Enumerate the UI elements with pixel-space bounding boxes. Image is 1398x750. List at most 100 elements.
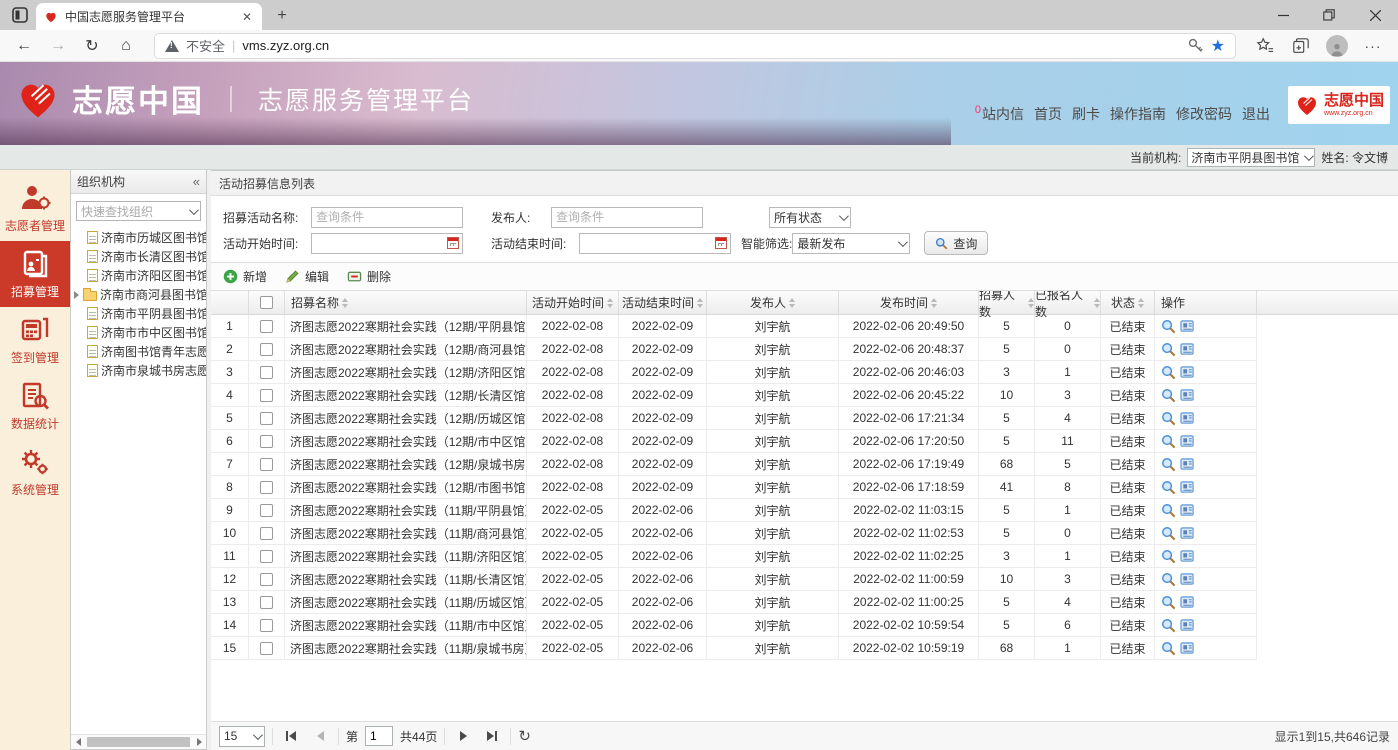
signup-list-icon[interactable] bbox=[1180, 389, 1195, 402]
minimize-icon[interactable] bbox=[1260, 0, 1306, 30]
select-all-checkbox[interactable] bbox=[249, 291, 285, 314]
rail-module-item[interactable]: 志愿者管理 bbox=[0, 175, 70, 241]
view-detail-icon[interactable] bbox=[1161, 457, 1176, 472]
forward-icon[interactable]: → bbox=[44, 33, 72, 59]
table-row[interactable]: 5 济图志愿2022寒期社会实践（12期/历城区馆） 2022-02-08 20… bbox=[211, 407, 1398, 430]
org-tree-item[interactable]: 济南市商河县图书馆 bbox=[71, 285, 206, 304]
publisher-input[interactable] bbox=[551, 207, 703, 228]
col-header-start[interactable]: 活动开始时间 bbox=[527, 291, 619, 314]
page-number-input[interactable] bbox=[365, 726, 393, 746]
org-tree-item[interactable]: 济南市济阳区图书馆 bbox=[71, 266, 206, 285]
table-row[interactable]: 4 济图志愿2022寒期社会实践（12期/长清区馆） 2022-02-08 20… bbox=[211, 384, 1398, 407]
sort-icon[interactable] bbox=[607, 298, 613, 308]
row-checkbox[interactable] bbox=[249, 499, 285, 522]
org-tree-item[interactable]: 济南图书馆青年志愿服 bbox=[71, 342, 206, 361]
rail-module-item[interactable]: 数据统计 bbox=[0, 373, 70, 439]
calendar-icon[interactable] bbox=[712, 234, 730, 252]
rail-module-item[interactable]: 系统管理 bbox=[0, 439, 70, 505]
org-tree-item[interactable]: 济南市泉城书房志愿者 bbox=[71, 361, 206, 380]
sort-icon[interactable] bbox=[1138, 298, 1144, 308]
org-tree-item[interactable]: 济南市市中区图书馆 bbox=[71, 323, 206, 342]
table-row[interactable]: 2 济图志愿2022寒期社会实践（12期/商河县馆） 2022-02-08 20… bbox=[211, 338, 1398, 361]
next-page-icon[interactable] bbox=[452, 725, 474, 747]
row-checkbox[interactable] bbox=[249, 430, 285, 453]
row-checkbox[interactable] bbox=[249, 614, 285, 637]
org-tree-item[interactable]: 济南市长清区图书馆 bbox=[71, 247, 206, 266]
home-icon[interactable]: ⌂ bbox=[112, 33, 140, 59]
signup-list-icon[interactable] bbox=[1180, 642, 1195, 655]
toolbar-button[interactable]: 新增 bbox=[223, 268, 267, 285]
row-checkbox[interactable] bbox=[249, 545, 285, 568]
status-select[interactable]: 所有状态 bbox=[769, 207, 851, 228]
end-time-input[interactable] bbox=[579, 233, 731, 254]
collapse-panel-icon[interactable]: « bbox=[193, 174, 200, 189]
row-checkbox[interactable] bbox=[249, 361, 285, 384]
col-header-name[interactable]: 招募名称 bbox=[285, 291, 527, 314]
row-checkbox[interactable] bbox=[249, 453, 285, 476]
view-detail-icon[interactable] bbox=[1161, 549, 1176, 564]
tree-horizontal-scrollbar[interactable] bbox=[71, 734, 206, 749]
scroll-right-icon[interactable] bbox=[192, 735, 206, 749]
signup-list-icon[interactable] bbox=[1180, 343, 1195, 356]
table-row[interactable]: 10 济图志愿2022寒期社会实践（11期/商河县馆） 2022-02-05 2… bbox=[211, 522, 1398, 545]
rail-module-item[interactable]: 招募管理 bbox=[0, 241, 70, 307]
expand-arrow-icon[interactable] bbox=[74, 291, 79, 299]
scroll-left-icon[interactable] bbox=[71, 735, 85, 749]
sort-icon[interactable] bbox=[931, 298, 937, 308]
col-header-pubtime[interactable]: 发布时间 bbox=[839, 291, 979, 314]
signup-list-icon[interactable] bbox=[1180, 619, 1195, 632]
banner-link[interactable]: 0站内信 bbox=[975, 104, 1024, 124]
tab-close-icon[interactable]: ✕ bbox=[240, 9, 254, 25]
signup-list-icon[interactable] bbox=[1180, 550, 1195, 563]
view-detail-icon[interactable] bbox=[1161, 503, 1176, 518]
banner-link[interactable]: 首页 bbox=[1034, 104, 1062, 124]
sort-icon[interactable] bbox=[1094, 298, 1100, 308]
browser-tab[interactable]: 中国志愿服务管理平台 ✕ bbox=[36, 3, 262, 30]
view-detail-icon[interactable] bbox=[1161, 618, 1176, 633]
row-checkbox[interactable] bbox=[249, 568, 285, 591]
sort-icon[interactable] bbox=[697, 298, 703, 308]
start-time-datebox[interactable] bbox=[311, 233, 463, 254]
table-row[interactable]: 3 济图志愿2022寒期社会实践（12期/济阳区馆） 2022-02-08 20… bbox=[211, 361, 1398, 384]
row-checkbox[interactable] bbox=[249, 338, 285, 361]
row-checkbox[interactable] bbox=[249, 637, 285, 660]
sort-icon[interactable] bbox=[342, 298, 348, 308]
signup-list-icon[interactable] bbox=[1180, 458, 1195, 471]
new-tab-button[interactable]: + bbox=[272, 6, 292, 26]
row-checkbox[interactable] bbox=[249, 522, 285, 545]
col-header-quota[interactable]: 招募人数 bbox=[979, 291, 1035, 314]
view-detail-icon[interactable] bbox=[1161, 595, 1176, 610]
row-checkbox[interactable] bbox=[249, 384, 285, 407]
banner-link[interactable]: 修改密码 bbox=[1176, 104, 1232, 124]
query-button[interactable]: 查询 bbox=[924, 231, 988, 255]
banner-link[interactable]: 操作指南 bbox=[1110, 104, 1166, 124]
org-tree-item[interactable]: 济南市历城区图书馆 bbox=[71, 228, 206, 247]
view-detail-icon[interactable] bbox=[1161, 526, 1176, 541]
collections-icon[interactable] bbox=[1286, 33, 1316, 59]
signup-list-icon[interactable] bbox=[1180, 596, 1195, 609]
activity-name-input[interactable] bbox=[311, 207, 463, 228]
reload-icon[interactable]: ↻ bbox=[518, 727, 531, 745]
view-detail-icon[interactable] bbox=[1161, 342, 1176, 357]
favorites-bar-icon[interactable] bbox=[1250, 33, 1280, 59]
row-checkbox[interactable] bbox=[249, 591, 285, 614]
row-checkbox[interactable] bbox=[249, 407, 285, 430]
banner-link[interactable]: 退出 bbox=[1242, 104, 1270, 124]
scrollbar-thumb[interactable] bbox=[87, 737, 190, 747]
favorite-star-icon[interactable]: ★ bbox=[1211, 36, 1225, 56]
org-tree-item[interactable]: 济南市平阴县图书馆 bbox=[71, 304, 206, 323]
signup-list-icon[interactable] bbox=[1180, 366, 1195, 379]
view-detail-icon[interactable] bbox=[1161, 641, 1176, 656]
table-row[interactable]: 13 济图志愿2022寒期社会实践（11期/历城区馆） 2022-02-05 2… bbox=[211, 591, 1398, 614]
view-detail-icon[interactable] bbox=[1161, 319, 1176, 334]
start-time-input[interactable] bbox=[311, 233, 463, 254]
row-checkbox[interactable] bbox=[249, 315, 285, 338]
banner-link[interactable]: 刷卡 bbox=[1072, 104, 1100, 124]
view-detail-icon[interactable] bbox=[1161, 434, 1176, 449]
table-row[interactable]: 8 济图志愿2022寒期社会实践（12期/市图书馆） 2022-02-08 20… bbox=[211, 476, 1398, 499]
view-detail-icon[interactable] bbox=[1161, 480, 1176, 495]
address-bar[interactable]: 不安全 | vms.zyz.org.cn ★ bbox=[154, 33, 1236, 59]
toolbar-button[interactable]: 编辑 bbox=[285, 268, 329, 285]
profile-avatar[interactable] bbox=[1322, 33, 1352, 59]
end-time-datebox[interactable] bbox=[579, 233, 731, 254]
